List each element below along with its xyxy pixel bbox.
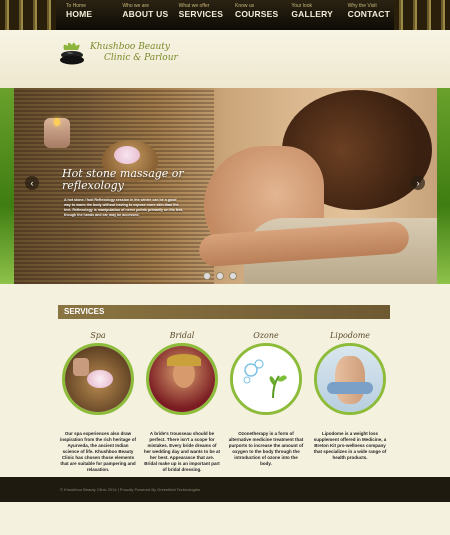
service-card-spa[interactable]: Spa Our spa experiences also draw inspir… (56, 331, 140, 473)
bamboo-decoration-left (0, 0, 56, 30)
candle-flame (54, 118, 60, 126)
nav-item-label: HOME (66, 9, 93, 19)
bamboo-decoration-right (394, 0, 450, 30)
nav-item-label: COURSES (234, 9, 279, 19)
slider-dot-3[interactable] (229, 272, 237, 280)
service-title: Ozone (253, 331, 279, 340)
nav-item-label: GALLERY (291, 9, 334, 19)
service-card-lipodome[interactable]: Lipodome Lipodome is a weight loss suppl… (308, 331, 392, 461)
slide-title-line-2: reflexology (62, 179, 124, 192)
service-description: A bride's trousseau should be perfect. T… (144, 431, 221, 472)
slide-title: Hot stone massage or reflexology (62, 168, 192, 192)
service-image-spa[interactable] (62, 343, 134, 415)
service-image-ozone[interactable] (230, 343, 302, 415)
nav-item-label: ABOUT US (122, 9, 169, 19)
orchid-image (114, 146, 140, 164)
service-description: Lipodome is a weight loss supplement off… (313, 431, 387, 460)
logo-text: Khushboo Beauty Clinic & Parlour (90, 42, 178, 64)
nav-item-contact[interactable]: Why the Visit CONTACT (338, 0, 394, 30)
service-card-bridal[interactable]: Bridal A bride's trousseau should be per… (140, 331, 224, 473)
service-title: Lipodome (329, 331, 371, 340)
service-image-bridal[interactable] (146, 343, 218, 415)
nav-item-courses[interactable]: Know us COURSES (225, 0, 281, 30)
slider-pagination (203, 272, 237, 280)
services-heading: SERVICES (58, 305, 390, 319)
nav-item-home[interactable]: To Home HOME (56, 0, 112, 30)
logo-line-1: Khushboo Beauty (90, 42, 170, 52)
site-logo[interactable]: Khushboo Beauty Clinic & Parlour (58, 40, 178, 66)
main-nav: To Home HOME Who we are ABOUT US What we… (56, 0, 394, 31)
page-bottom (0, 502, 450, 535)
footer-copyright: © Khushboo Beauty Clinic 2014 | Proudly … (60, 487, 200, 492)
logo-line-2: Clinic & Parlour (104, 53, 178, 63)
service-image-lipodome[interactable] (314, 343, 386, 415)
service-description: Our spa experiences also draw inspiratio… (60, 431, 137, 472)
nav-item-services[interactable]: What we offer SERVICES (169, 0, 225, 30)
slider-dot-2[interactable] (216, 272, 224, 280)
service-description: Ozonetherapy is a form of alternative me… (228, 431, 304, 466)
slide-description: A hot stone / foot Reflexology session i… (64, 198, 184, 217)
nav-item-about-us[interactable]: Who we are ABOUT US (112, 0, 168, 30)
service-title: Bridal (169, 331, 195, 340)
slider-prev-button[interactable]: ‹ (25, 176, 39, 190)
nav-item-label: SERVICES (178, 9, 224, 19)
slider-dot-1[interactable] (203, 272, 211, 280)
service-card-ozone[interactable]: Ozone Ozonetherapy is a form of alternat… (224, 331, 308, 467)
nav-item-gallery[interactable]: Your look GALLERY (281, 0, 337, 30)
stones-logo-icon (58, 40, 86, 66)
nav-item-label: CONTACT (347, 9, 390, 19)
service-title: Spa (90, 331, 106, 340)
site-footer: © Khushboo Beauty Clinic 2014 | Proudly … (0, 477, 450, 502)
slider-next-button[interactable]: › (411, 176, 425, 190)
